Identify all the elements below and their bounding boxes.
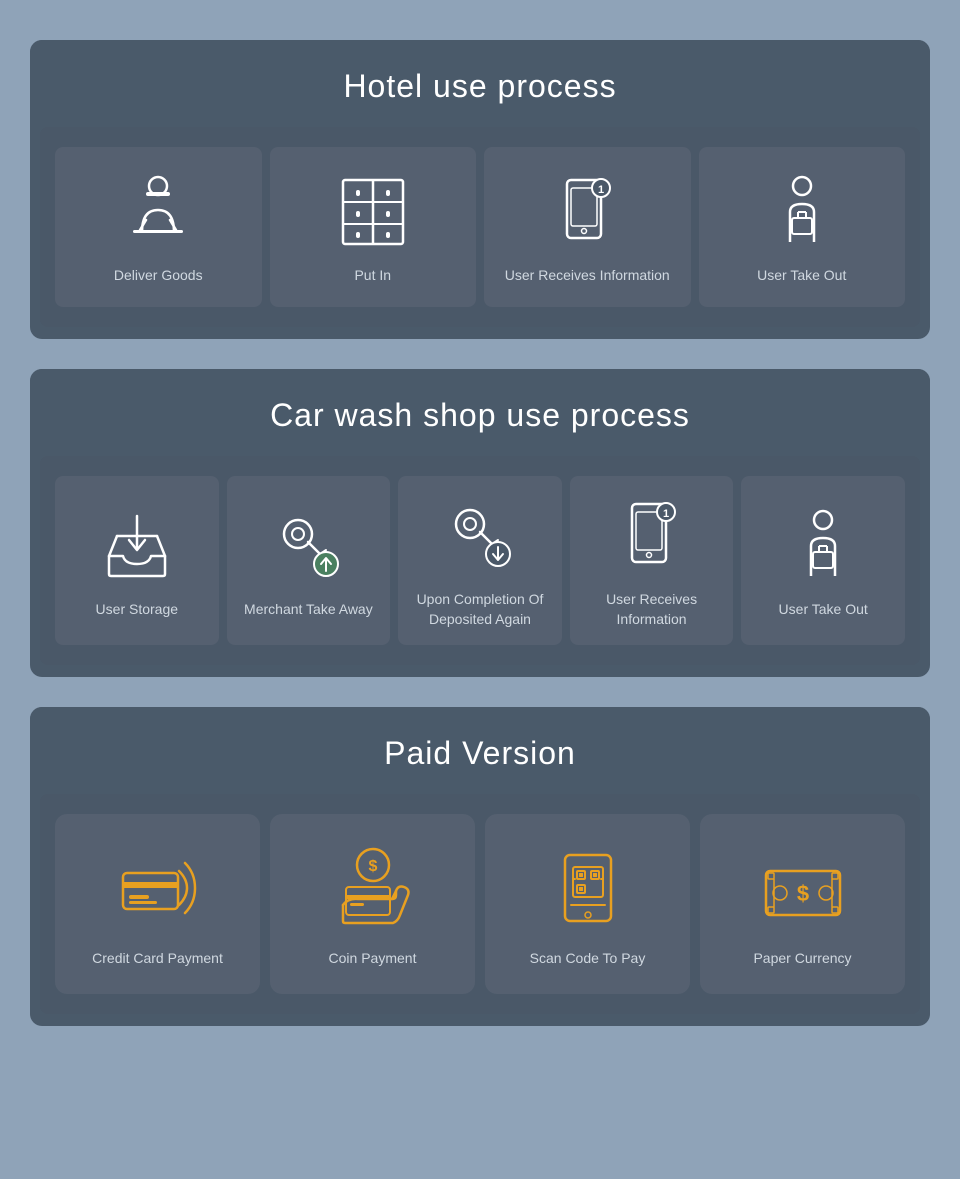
- hotel-item-deliver-goods: Deliver Goods: [55, 147, 262, 307]
- carwash-items-row: User Storage M: [40, 456, 920, 665]
- locker-icon: [333, 172, 413, 252]
- paid-item-scan-code: Scan Code To Pay: [485, 814, 690, 994]
- paid-section-title: Paid Version: [50, 735, 910, 772]
- carwash-section-header: Car wash shop use process: [30, 369, 930, 456]
- carwash-item-user-take-out: User Take Out: [741, 476, 905, 645]
- paid-credit-card-label: Credit Card Payment: [92, 949, 223, 969]
- phone-notification-2-icon: 1: [612, 496, 692, 576]
- carwash-item-merchant-take-away: Merchant Take Away: [227, 476, 391, 645]
- key-down-icon: [440, 496, 520, 576]
- delivery-person-icon: [118, 172, 198, 252]
- carwash-item-upon-completion: Upon Completion Of Deposited Again: [398, 476, 562, 645]
- carwash-section-title: Car wash shop use process: [50, 397, 910, 434]
- paid-item-coin-payment: $ Coin Payment: [270, 814, 475, 994]
- hotel-section-title: Hotel use process: [50, 68, 910, 105]
- svg-text:$: $: [796, 881, 808, 906]
- paid-scan-code-label: Scan Code To Pay: [530, 949, 646, 969]
- paid-item-credit-card: Credit Card Payment: [55, 814, 260, 994]
- person-box-2-icon: [783, 506, 863, 586]
- hotel-user-receives-label: User Receives Information: [505, 266, 670, 286]
- paid-item-paper-currency: $ Paper Currency: [700, 814, 905, 994]
- credit-card-icon: [113, 843, 203, 933]
- carwash-merchant-take-away-label: Merchant Take Away: [244, 600, 373, 620]
- hotel-section: Hotel use process Delive: [30, 40, 930, 339]
- person-box-icon: [762, 172, 842, 252]
- hotel-item-user-receives: 1 User Receives Information: [484, 147, 691, 307]
- carwash-section: Car wash shop use process: [30, 369, 930, 677]
- hotel-user-take-out-label: User Take Out: [757, 266, 846, 286]
- inbox-down-icon: [97, 506, 177, 586]
- svg-text:1: 1: [663, 508, 669, 520]
- paper-currency-icon: $: [758, 843, 848, 933]
- hotel-deliver-goods-label: Deliver Goods: [114, 266, 203, 286]
- carwash-item-user-storage: User Storage: [55, 476, 219, 645]
- key-up-icon: [268, 506, 348, 586]
- paid-paper-currency-label: Paper Currency: [753, 949, 851, 969]
- svg-text:1: 1: [598, 184, 604, 196]
- hotel-item-put-in: Put In: [270, 147, 477, 307]
- hotel-section-header: Hotel use process: [30, 40, 930, 127]
- hotel-put-in-label: Put In: [354, 266, 391, 286]
- carwash-upon-completion-label: Upon Completion Of Deposited Again: [408, 590, 552, 629]
- paid-section-header: Paid Version: [30, 707, 930, 794]
- coin-payment-icon: $: [328, 843, 418, 933]
- paid-coin-payment-label: Coin Payment: [329, 949, 417, 969]
- carwash-user-take-out-label: User Take Out: [779, 600, 868, 620]
- hotel-item-user-take-out: User Take Out: [699, 147, 906, 307]
- carwash-user-receives-label: User Receives Information: [580, 590, 724, 629]
- phone-notification-icon: 1: [547, 172, 627, 252]
- hotel-items-row: Deliver Goods: [40, 127, 920, 327]
- paid-section: Paid Version Credit Card Payment: [30, 707, 930, 1026]
- paid-items-row: Credit Card Payment $: [40, 794, 920, 1014]
- scan-code-icon: [543, 843, 633, 933]
- carwash-item-user-receives: 1 User Receives Information: [570, 476, 734, 645]
- svg-text:$: $: [368, 858, 377, 875]
- carwash-user-storage-label: User Storage: [96, 600, 178, 620]
